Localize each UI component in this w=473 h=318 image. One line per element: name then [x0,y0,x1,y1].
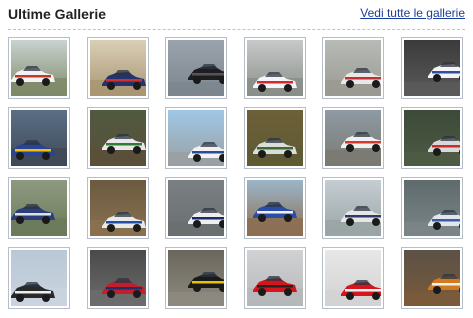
gallery-thumbnail[interactable] [244,107,306,169]
rally-car-image [247,250,303,306]
thumbnail-photo [90,180,146,236]
rally-car-image [90,250,146,306]
rally-car-image [90,180,146,236]
thumbnail-photo [325,40,381,96]
thumbnail-photo [404,110,460,166]
thumbnail-photo [404,40,460,96]
rally-car-image [168,40,224,96]
rally-car-image [404,40,460,96]
gallery-thumbnail[interactable] [244,37,306,99]
gallery-thumbnail[interactable] [165,247,227,309]
section-title: Ultime Gallerie [8,6,107,22]
gallery-thumbnail[interactable] [87,107,149,169]
header-divider [8,29,465,30]
rally-car-image [11,180,67,236]
gallery-thumbnail[interactable] [244,247,306,309]
rally-car-image [11,110,67,166]
gallery-thumbnail[interactable] [8,37,70,99]
gallery-thumbnail[interactable] [401,107,463,169]
rally-car-image [247,40,303,96]
rally-car-image [168,180,224,236]
gallery-thumbnail[interactable] [322,107,384,169]
thumbnail-photo [247,180,303,236]
thumbnail-photo [168,40,224,96]
gallery-thumbnail[interactable] [87,37,149,99]
thumbnail-photo [11,180,67,236]
gallery-thumbnail[interactable] [322,177,384,239]
thumbnail-photo [90,110,146,166]
rally-car-image [404,250,460,306]
thumbnail-photo [325,180,381,236]
gallery-thumbnail[interactable] [244,177,306,239]
gallery-thumbnail[interactable] [401,37,463,99]
thumbnail-photo [11,250,67,306]
gallery-thumbnail[interactable] [165,107,227,169]
gallery-thumbnail[interactable] [8,247,70,309]
rally-car-image [11,250,67,306]
latest-galleries-widget: Ultime Gallerie Vedi tutte le gallerie [0,0,473,318]
thumbnail-photo [90,250,146,306]
rally-car-image [168,250,224,306]
rally-car-image [325,250,381,306]
gallery-thumbnail[interactable] [8,177,70,239]
gallery-thumbnail[interactable] [87,247,149,309]
rally-car-image [404,180,460,236]
thumbnail-photo [11,110,67,166]
thumbnail-photo [168,110,224,166]
thumbnail-photo [404,250,460,306]
rally-car-image [11,40,67,96]
rally-car-image [247,180,303,236]
thumbnail-photo [168,180,224,236]
rally-car-image [90,110,146,166]
gallery-grid [8,37,466,315]
gallery-thumbnail[interactable] [165,177,227,239]
thumbnail-photo [247,110,303,166]
rally-car-image [247,110,303,166]
gallery-thumbnail[interactable] [322,247,384,309]
rally-car-image [168,110,224,166]
rally-car-image [325,40,381,96]
gallery-thumbnail[interactable] [8,107,70,169]
thumbnail-photo [11,40,67,96]
view-all-galleries-link[interactable]: Vedi tutte le gallerie [360,5,465,21]
thumbnail-photo [168,250,224,306]
rally-car-image [325,180,381,236]
thumbnail-photo [404,180,460,236]
rally-car-image [90,40,146,96]
thumbnail-photo [325,110,381,166]
rally-car-image [404,110,460,166]
gallery-thumbnail[interactable] [401,247,463,309]
gallery-thumbnail[interactable] [401,177,463,239]
rally-car-image [325,110,381,166]
gallery-thumbnail[interactable] [87,177,149,239]
thumbnail-photo [90,40,146,96]
thumbnail-photo [247,250,303,306]
gallery-thumbnail[interactable] [322,37,384,99]
gallery-thumbnail[interactable] [165,37,227,99]
thumbnail-photo [247,40,303,96]
thumbnail-photo [325,250,381,306]
